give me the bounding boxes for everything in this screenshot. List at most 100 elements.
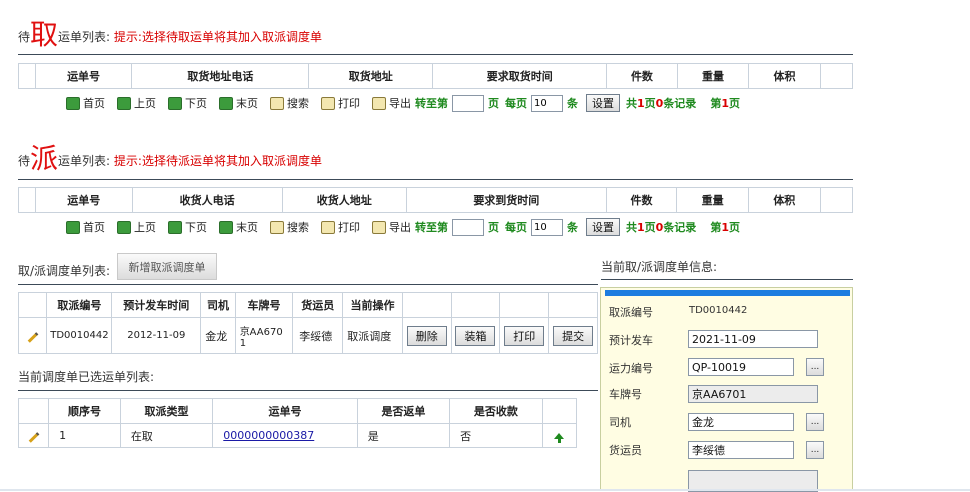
goto-page-input[interactable] bbox=[452, 94, 484, 112]
last-page-link[interactable]: 末页 bbox=[219, 219, 258, 235]
waybill-link[interactable]: 0000000000387 bbox=[223, 429, 314, 442]
set-button[interactable]: 设置 bbox=[586, 218, 620, 236]
move-up-icon[interactable] bbox=[554, 433, 565, 443]
last-page-icon bbox=[219, 220, 233, 234]
driver-picker-button[interactable]: ... bbox=[806, 413, 824, 431]
col-is-paid: 是否收款 bbox=[449, 398, 543, 424]
form-title: 当前取/派调度单信息: bbox=[601, 260, 718, 274]
goto-page-input[interactable] bbox=[452, 218, 484, 236]
next-page-link[interactable]: 下页 bbox=[168, 219, 207, 235]
export-link[interactable]: 导出 bbox=[372, 95, 411, 111]
col-count: 件数 bbox=[605, 187, 678, 213]
submit-button[interactable]: 提交 bbox=[553, 325, 594, 346]
edit-pencil-icon[interactable] bbox=[28, 432, 39, 443]
pickup-title: 待取运单列表: 提示:选择待取运单将其加入取派调度单 bbox=[18, 18, 322, 51]
delete-button[interactable]: 删除 bbox=[406, 325, 447, 346]
table-row[interactable]: TD0010442 2012-11-09 金龙 京AA6701 李绥德 取派调度… bbox=[17, 317, 598, 354]
col-volume: 体积 bbox=[747, 187, 821, 213]
search-icon bbox=[270, 96, 284, 110]
col-volume: 体积 bbox=[748, 63, 821, 89]
print-icon bbox=[321, 220, 335, 234]
delivery-title: 待派运单列表: 提示:选择待派运单将其加入取派调度单 bbox=[18, 142, 322, 175]
table-header-row: 运单号 收货人电话 收货人地址 要求到货时间 件数 重量 体积 bbox=[18, 187, 854, 213]
col-pickup-time: 要求取货时间 bbox=[432, 63, 608, 89]
print-button[interactable]: 打印 bbox=[504, 325, 545, 346]
divider bbox=[18, 284, 598, 285]
col-consignee-address: 收货人地址 bbox=[281, 187, 407, 213]
table-header-row: 取派编号 预计发车时间 司机 车牌号 货运员 当前操作 bbox=[17, 292, 598, 318]
prev-page-link[interactable]: 上页 bbox=[117, 219, 156, 235]
col-consignee-phone: 收货人电话 bbox=[131, 187, 283, 213]
divider bbox=[18, 390, 598, 391]
col-count: 件数 bbox=[606, 63, 678, 89]
search-link[interactable]: 搜索 bbox=[270, 95, 309, 111]
search-link[interactable]: 搜索 bbox=[270, 219, 309, 235]
dispatch-info-form: 取派编号 TD0010442 预计发车 运力编号 ... 车牌号 司机 ... … bbox=[600, 287, 853, 492]
print-link[interactable]: 打印 bbox=[321, 95, 360, 111]
col-waybill: 运单号 bbox=[34, 63, 133, 89]
delivery-hint: 提示:选择待派运单将其加入取派调度单 bbox=[113, 154, 322, 168]
col-plate: 车牌号 bbox=[234, 292, 294, 318]
driver-input[interactable] bbox=[688, 413, 794, 431]
depart-time-cell: 2012-11-09 bbox=[111, 317, 202, 354]
depart-date-input[interactable] bbox=[688, 330, 818, 348]
divider bbox=[18, 54, 853, 55]
col-is-return: 是否返单 bbox=[356, 398, 451, 424]
export-icon bbox=[372, 96, 386, 110]
driver-cell: 金龙 bbox=[200, 317, 236, 354]
delivery-pager: 首页 上页 下页 末页 搜索 打印 导出 转至第 页 每页 条 设置 共1页0条… bbox=[66, 217, 740, 237]
is-return-cell: 是 bbox=[356, 423, 451, 448]
export-link[interactable]: 导出 bbox=[372, 219, 411, 235]
seq-cell: 1 bbox=[48, 423, 121, 448]
table-header-row: 顺序号 取派类型 运单号 是否返单 是否收款 bbox=[17, 398, 578, 424]
col-weight: 重量 bbox=[676, 187, 749, 213]
last-page-link[interactable]: 末页 bbox=[219, 95, 258, 111]
capacity-input[interactable] bbox=[688, 358, 794, 376]
staff-input[interactable] bbox=[688, 441, 794, 459]
capacity-picker-button[interactable]: ... bbox=[806, 358, 824, 376]
col-waybill: 运单号 bbox=[34, 187, 133, 213]
per-page-input[interactable] bbox=[531, 218, 563, 236]
export-icon bbox=[372, 220, 386, 234]
pickup-hint: 提示:选择待取运单将其加入取派调度单 bbox=[113, 30, 322, 44]
dispatch-list-title: 取/派调度单列表: bbox=[18, 264, 111, 278]
print-icon bbox=[321, 96, 335, 110]
prev-page-icon bbox=[117, 96, 131, 110]
next-page-link[interactable]: 下页 bbox=[168, 95, 207, 111]
col-staff: 货运员 bbox=[292, 292, 344, 318]
per-page-input[interactable] bbox=[531, 94, 563, 112]
pack-button[interactable]: 装箱 bbox=[455, 325, 496, 346]
first-page-icon bbox=[66, 96, 80, 110]
next-page-icon bbox=[168, 220, 182, 234]
col-dispatch-id: 取派编号 bbox=[46, 292, 113, 318]
plate-cell: 京AA6701 bbox=[234, 317, 294, 354]
plate-input bbox=[688, 385, 818, 403]
staff-picker-button[interactable]: ... bbox=[806, 441, 824, 459]
new-dispatch-button[interactable]: 新增取派调度单 bbox=[117, 253, 217, 280]
dispatch-id-cell: TD0010442 bbox=[46, 317, 113, 354]
is-paid-cell: 否 bbox=[449, 423, 543, 448]
selected-list-title: 当前调度单已选运单列表: bbox=[18, 370, 155, 384]
divider bbox=[601, 279, 853, 280]
col-driver: 司机 bbox=[200, 292, 236, 318]
table-row[interactable]: 1 在取 0000000000387 是 否 bbox=[17, 423, 578, 448]
dispatch-table: 取派编号 预计发车时间 司机 车牌号 货运员 当前操作 TD0010442 20… bbox=[17, 292, 598, 354]
col-weight: 重量 bbox=[676, 63, 750, 89]
col-arrival-time: 要求到货时间 bbox=[405, 187, 607, 213]
col-current-op: 当前操作 bbox=[342, 292, 403, 318]
first-page-icon bbox=[66, 220, 80, 234]
edit-pencil-icon[interactable] bbox=[27, 332, 39, 343]
pickup-pager: 首页 上页 下页 末页 搜索 打印 导出 转至第 页 每页 条 设置 共1页0条… bbox=[66, 93, 740, 113]
selected-table: 顺序号 取派类型 运单号 是否返单 是否收款 1 在取 000000000038… bbox=[17, 398, 578, 448]
col-dispatch-type: 取派类型 bbox=[119, 398, 214, 424]
print-link[interactable]: 打印 bbox=[321, 219, 360, 235]
col-pickup-phone: 取货地址电话 bbox=[131, 63, 310, 89]
prev-page-icon bbox=[117, 220, 131, 234]
current-op-cell: 取派调度 bbox=[342, 317, 403, 354]
set-button[interactable]: 设置 bbox=[586, 94, 620, 112]
next-page-icon bbox=[168, 96, 182, 110]
prev-page-link[interactable]: 上页 bbox=[117, 95, 156, 111]
search-icon bbox=[270, 220, 284, 234]
first-page-link[interactable]: 首页 bbox=[66, 95, 105, 111]
first-page-link[interactable]: 首页 bbox=[66, 219, 105, 235]
